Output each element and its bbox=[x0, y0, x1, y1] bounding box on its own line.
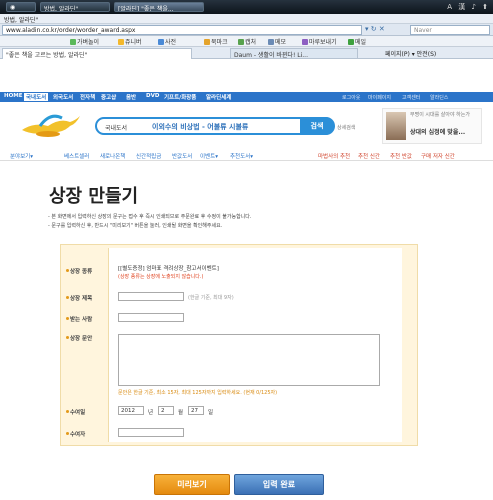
aladin-logo[interactable] bbox=[18, 108, 82, 140]
nav-used[interactable]: 중고샵 bbox=[101, 93, 116, 101]
tab-daum[interactable]: Daum - 생활이 바뀐다! Li... bbox=[230, 48, 358, 59]
date-month-input[interactable]: 2 bbox=[158, 406, 174, 415]
kids-icon bbox=[118, 39, 124, 45]
browser-tabs: "좋은 책을 고르는 방법, 알라딘" Daum - 생활이 바뀐다! Li..… bbox=[0, 47, 493, 59]
notice-line: - 문구를 입력하신 후, 반드시 "미리보기" 버튼을 눌러, 인쇄될 화면을… bbox=[48, 223, 223, 229]
award-title-input[interactable] bbox=[118, 292, 184, 301]
capture-icon bbox=[238, 39, 244, 45]
nav-music[interactable]: 음반 bbox=[126, 93, 136, 101]
address-bar: www.aladin.co.kr/order/worder_award.aspx… bbox=[0, 24, 493, 36]
preview-button[interactable]: 미리보기 bbox=[154, 474, 230, 495]
month-unit: 월 bbox=[178, 410, 184, 416]
refresh-icon[interactable]: ▾ ↻ ✕ bbox=[365, 25, 385, 33]
subnav-points[interactable]: 신간적립금 bbox=[136, 152, 161, 160]
toolbar-item[interactable]: 북마크 bbox=[204, 37, 228, 46]
bookmark-icon bbox=[204, 39, 210, 45]
taskbar: ◉ 방법, 알라딘" [알라딘] "좋은 책을... A 漢 ♪ ⬆ bbox=[0, 0, 493, 14]
url-input[interactable]: www.aladin.co.kr/order/worder_award.aspx bbox=[2, 25, 362, 35]
site-search-input[interactable]: 이외수의 비상법 - 어불류 시불류 bbox=[152, 122, 248, 132]
subnav-rec-new[interactable]: 추천 신간 bbox=[358, 152, 380, 160]
bullet-icon bbox=[66, 410, 69, 413]
ad-image bbox=[386, 112, 406, 140]
nav-dvd[interactable]: DVD bbox=[146, 93, 159, 99]
subnav-author-new[interactable]: 구매 저자 신간 bbox=[421, 152, 455, 160]
recipient-input[interactable] bbox=[118, 313, 184, 322]
nav-domestic-books[interactable]: 국내도서 bbox=[24, 93, 49, 101]
toolbar-item[interactable]: 쥬니버 bbox=[118, 37, 142, 46]
date-day-input[interactable]: 27 bbox=[188, 406, 204, 415]
award-title-label: 상장 제목 bbox=[70, 296, 93, 302]
help-link[interactable]: 고객센터 bbox=[402, 94, 420, 101]
taskbar-start-icon[interactable]: ◉ bbox=[6, 2, 36, 12]
subnav-bestseller[interactable]: 베스트셀러 bbox=[64, 152, 89, 160]
recipient-label: 받는 사람 bbox=[70, 317, 93, 323]
tab-active[interactable]: "좋은 책을 고르는 방법, 알라딘" bbox=[2, 48, 192, 59]
ad-banner[interactable]: 무명이 시대를 살아야 하는가 상대의 심정에 맞을... bbox=[382, 108, 482, 144]
ad-title: 상대의 심정에 맞을... bbox=[410, 129, 466, 136]
bullet-icon bbox=[66, 317, 69, 320]
toolbar-item[interactable]: 가벼놀이 bbox=[70, 37, 99, 46]
search-button[interactable]: 검색 bbox=[300, 117, 334, 135]
subnav-half-price[interactable]: 반값도서 bbox=[172, 152, 192, 160]
browser-search-input[interactable]: Naver bbox=[410, 25, 490, 35]
search-category-select[interactable]: 국내도서 bbox=[105, 123, 127, 132]
award-type-value: [[별도증정] 엄마표 격려상장_참고서이벤트] bbox=[118, 266, 219, 272]
nav-gift[interactable]: 기프트/화장품 bbox=[164, 93, 196, 101]
nav-aladin-world[interactable]: 알라딘세계 bbox=[206, 93, 231, 101]
award-title-hint: (한글 기준, 최대 9자) bbox=[188, 295, 234, 301]
mypage-link[interactable]: 마이페이지 bbox=[368, 94, 391, 101]
game-icon bbox=[70, 39, 76, 45]
subnav-category[interactable]: 분야보기▾ bbox=[10, 152, 33, 160]
detail-search-link[interactable]: 상세검색 bbox=[337, 124, 355, 131]
year-unit: 년 bbox=[148, 410, 154, 416]
send-icon bbox=[302, 39, 308, 45]
taskbar-item-2[interactable]: [알라딘] "좋은 책을... bbox=[114, 2, 204, 12]
submit-button[interactable]: 입력 완료 bbox=[234, 474, 324, 495]
toolbar-item[interactable]: 메모 bbox=[268, 37, 286, 46]
system-tray: A 漢 ♪ ⬆ bbox=[447, 3, 490, 11]
toolbar-item[interactable]: 캡처 bbox=[238, 37, 256, 46]
date-year-input[interactable]: 2012 bbox=[118, 406, 144, 415]
toolbar: 가벼놀이 쥬니버 사전 북마크 캡처 메모 마루보내기 메일 bbox=[0, 36, 493, 47]
subnav-recommend[interactable]: 추천도서▾ bbox=[230, 152, 253, 160]
subnav-wizard[interactable]: 마법사의 추천 bbox=[318, 152, 350, 160]
subnav-new[interactable]: 새로나온책 bbox=[100, 152, 125, 160]
subnav-event[interactable]: 이벤트▾ bbox=[200, 152, 218, 160]
ad-text: 무명이 시대를 살아야 하는가 bbox=[410, 112, 470, 118]
toolbar-item[interactable]: 마루보내기 bbox=[302, 37, 337, 46]
award-body-label: 상장 문안 bbox=[70, 336, 93, 342]
giver-input[interactable] bbox=[118, 428, 184, 437]
logout-link[interactable]: 로그아웃 bbox=[342, 94, 360, 101]
toolbar-item[interactable]: 메일 bbox=[348, 37, 366, 46]
bullet-icon bbox=[66, 269, 69, 272]
memo-icon bbox=[268, 39, 274, 45]
command-bar[interactable]: 페이지(P) ▾ 안전(S) bbox=[385, 49, 436, 58]
nav-foreign-books[interactable]: 외국도서 bbox=[53, 93, 73, 101]
day-unit: 일 bbox=[208, 410, 214, 416]
aladin-link[interactable]: 알라딘스 bbox=[430, 94, 448, 101]
site-nav: HOME 국내도서 외국도서 전자책 중고샵 음반 DVD 기프트/화장품 알라… bbox=[0, 92, 493, 102]
award-body-hint: 문안은 한글 기준, 최소 15자, 최대 125자까지 입력하세요. (현재 … bbox=[118, 390, 278, 396]
bullet-icon bbox=[66, 296, 69, 299]
bullet-icon bbox=[66, 432, 69, 435]
taskbar-item-1[interactable]: 방법, 알라딘" bbox=[40, 2, 110, 12]
award-type-label: 상장 종류 bbox=[70, 269, 93, 275]
bullet-icon bbox=[66, 336, 69, 339]
sub-nav: 분야보기▾ 베스트셀러 새로나온책 신간적립금 반값도서 이벤트▾ 추천도서▾ … bbox=[0, 150, 493, 161]
toolbar-item[interactable]: 사전 bbox=[158, 37, 176, 46]
award-date-label: 수여일 bbox=[70, 410, 86, 416]
window-title: 방법, 알라딘" bbox=[0, 14, 493, 24]
dictionary-icon bbox=[158, 39, 164, 45]
notice-line: - 본 화면에서 입력하신 상장의 문구는 접수 후 즉시 인쇄되므로 주문완료… bbox=[48, 214, 252, 220]
nav-home[interactable]: HOME bbox=[4, 93, 23, 99]
subnav-rec-half[interactable]: 추천 반값 bbox=[390, 152, 412, 160]
site-search: 국내도서 이외수의 비상법 - 어불류 시불류 bbox=[95, 117, 335, 135]
giver-label: 수여자 bbox=[70, 432, 86, 438]
award-type-note: (상장 종류는 상장에 노출되지 않습니다.) bbox=[118, 274, 204, 280]
nav-ebook[interactable]: 전자책 bbox=[80, 93, 95, 101]
page-title: 상장 만들기 bbox=[49, 186, 139, 207]
mail-icon bbox=[348, 39, 354, 45]
award-body-textarea[interactable] bbox=[118, 334, 380, 386]
